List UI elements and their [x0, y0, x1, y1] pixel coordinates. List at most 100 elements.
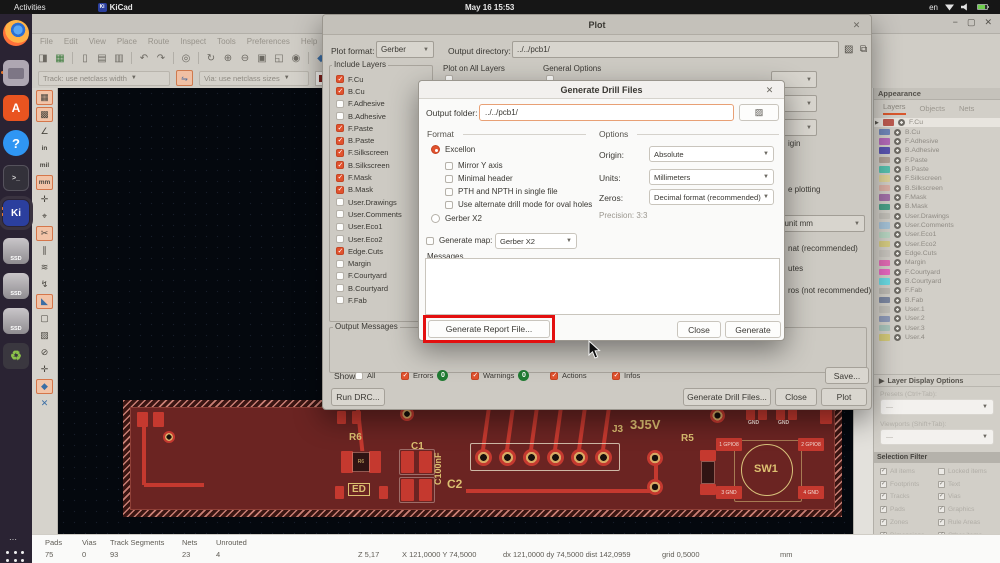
- visibility-eye-icon[interactable]: [894, 212, 901, 220]
- layer-row-user.eco2[interactable]: User.Eco2: [874, 239, 1000, 248]
- generate-map-checkbox[interactable]: Generate map:: [426, 236, 492, 245]
- via-size-select[interactable]: Via: use netclass sizes ▼: [199, 70, 309, 86]
- redo-icon[interactable]: ↷: [154, 51, 168, 65]
- viewports-select[interactable]: — ▼: [880, 429, 994, 445]
- excellon-option-checkbox[interactable]: Minimal header: [445, 174, 513, 183]
- pcb-via[interactable]: [647, 479, 663, 495]
- checkbox[interactable]: [336, 198, 344, 207]
- menu-edit[interactable]: Edit: [64, 37, 78, 46]
- help-icon[interactable]: ?: [3, 130, 29, 156]
- visibility-eye-icon[interactable]: [894, 306, 901, 314]
- focused-app-name[interactable]: Ki KiCad: [97, 2, 133, 12]
- layer-row-user.eco1[interactable]: User.Eco1: [874, 230, 1000, 239]
- checkbox[interactable]: ✓: [938, 493, 945, 501]
- pcb-pad[interactable]: [401, 479, 414, 501]
- menu-preferences[interactable]: Preferences: [247, 37, 290, 46]
- volume-icon[interactable]: [961, 3, 967, 11]
- checkbox[interactable]: [336, 235, 344, 243]
- close-button[interactable]: Close: [677, 321, 721, 338]
- units-mm-icon[interactable]: mm: [36, 175, 53, 190]
- layer-row-f.mask[interactable]: F.Mask: [874, 193, 1000, 202]
- include-layer-row[interactable]: F.Mask: [330, 171, 430, 183]
- vias-opacity-icon[interactable]: ✛: [36, 362, 53, 377]
- checkbox[interactable]: [336, 136, 344, 145]
- app-store-icon[interactable]: A: [3, 95, 29, 121]
- menu-inspect[interactable]: Inspect: [180, 37, 206, 46]
- visibility-eye-icon[interactable]: [894, 324, 901, 332]
- map-format-select[interactable]: Gerber X2 ▼: [495, 233, 577, 249]
- checkbox[interactable]: [336, 148, 344, 157]
- visibility-eye-icon[interactable]: [894, 249, 901, 257]
- visibility-eye-icon[interactable]: [894, 259, 901, 267]
- checkbox[interactable]: [336, 124, 344, 133]
- include-layer-row[interactable]: Margin: [330, 257, 430, 269]
- checkbox[interactable]: [336, 75, 344, 84]
- include-layer-row[interactable]: B.Adhesive: [330, 110, 430, 122]
- include-layer-row[interactable]: B.Silkscreen: [330, 159, 430, 171]
- checkbox[interactable]: [336, 271, 344, 280]
- layer-row-user.comments[interactable]: User.Comments: [874, 221, 1000, 230]
- terminal-icon[interactable]: >_: [3, 165, 29, 191]
- visibility-eye-icon[interactable]: [894, 221, 901, 229]
- layer-row-margin[interactable]: Margin: [874, 258, 1000, 267]
- visibility-eye-icon[interactable]: [894, 203, 901, 211]
- pcb-through-hole-pad[interactable]: [546, 448, 564, 466]
- pcb-pad[interactable]: [337, 411, 346, 424]
- include-layer-row[interactable]: F.Fab: [330, 294, 430, 306]
- layer-row-b.courtyard[interactable]: B.Courtyard: [874, 277, 1000, 286]
- layer-row-b.cu[interactable]: B.Cu: [874, 127, 1000, 136]
- find-icon[interactable]: ◎: [179, 51, 193, 65]
- window-maximize-icon[interactable]: ▢: [967, 17, 976, 28]
- include-layer-row[interactable]: F.Silkscreen: [330, 147, 430, 159]
- pcb-pad[interactable]: [820, 408, 832, 424]
- checkbox[interactable]: [612, 371, 620, 380]
- crosshair-style-icon[interactable]: ✛: [36, 192, 53, 207]
- checkbox[interactable]: [336, 161, 344, 170]
- auto-track-width-toggle[interactable]: ⇋: [176, 70, 193, 86]
- pcb-pad[interactable]: [401, 451, 414, 473]
- pcb-via[interactable]: [163, 431, 175, 443]
- layer-row-b.silkscreen[interactable]: B.Silkscreen: [874, 183, 1000, 192]
- pcb-pad[interactable]: [335, 486, 344, 499]
- visibility-eye-icon[interactable]: [894, 231, 901, 239]
- checkbox[interactable]: ✓: [880, 480, 887, 488]
- checkbox[interactable]: ✓: [938, 480, 945, 488]
- excellon-option-checkbox[interactable]: PTH and NPTH in single file: [445, 187, 558, 196]
- pcb-pad[interactable]: [419, 451, 432, 473]
- checkbox[interactable]: [445, 200, 453, 209]
- menu-file[interactable]: File: [40, 37, 53, 46]
- pcb-through-hole-pad[interactable]: [522, 448, 540, 466]
- checkbox[interactable]: [445, 161, 453, 170]
- zoom-in-icon[interactable]: ⊕: [221, 51, 235, 65]
- pcb-through-hole-pad[interactable]: [498, 448, 516, 466]
- coordinate-format-select[interactable]: s, unit mm ▼: [771, 215, 865, 232]
- open-directory-icon[interactable]: ⧉: [860, 44, 867, 55]
- show-filter-errors[interactable]: Errors0: [401, 367, 449, 384]
- include-layer-row[interactable]: F.Paste: [330, 122, 430, 134]
- layer-row-b.fab[interactable]: B.Fab: [874, 296, 1000, 305]
- filter-footprints[interactable]: ✓ Footprints: [880, 478, 940, 491]
- checkbox[interactable]: ✓: [938, 506, 945, 514]
- filter-rule-areas[interactable]: ✓ Rule Areas: [938, 516, 998, 529]
- save-icon[interactable]: ◨: [36, 51, 50, 65]
- checkbox[interactable]: [336, 210, 344, 219]
- zone-outline-icon[interactable]: ▢: [36, 311, 53, 326]
- pcb-board[interactable]: R6 R6 ED C1 C100nF C2 J3 3J5V R5 SW1 1 G…: [123, 400, 842, 517]
- pcb-pad[interactable]: [341, 451, 353, 473]
- window-close-icon[interactable]: ✕: [984, 17, 992, 28]
- visibility-eye-icon[interactable]: [894, 296, 901, 304]
- ssd-drive-icon[interactable]: SSD: [3, 238, 29, 264]
- layer-row-user.3[interactable]: User.3: [874, 324, 1000, 333]
- show-filter-warnings[interactable]: Warnings0: [471, 367, 530, 384]
- pcb-through-hole-pad[interactable]: [474, 448, 492, 466]
- pcb-through-hole-pad[interactable]: [594, 448, 612, 466]
- units-select[interactable]: Millimeters ▼: [649, 169, 774, 185]
- layer-row-f.adhesive[interactable]: F.Adhesive: [874, 137, 1000, 146]
- browse-folder-icon[interactable]: ▨: [844, 44, 853, 55]
- menu-view[interactable]: View: [89, 37, 106, 46]
- pcb-through-hole-pad[interactable]: [570, 448, 588, 466]
- pcb-pad[interactable]: 4 GND: [798, 486, 824, 499]
- clock[interactable]: May 16 15:53: [465, 3, 514, 12]
- pcb-pad[interactable]: 2 GPIO8: [798, 438, 824, 451]
- include-layer-row[interactable]: User.Comments: [330, 208, 430, 220]
